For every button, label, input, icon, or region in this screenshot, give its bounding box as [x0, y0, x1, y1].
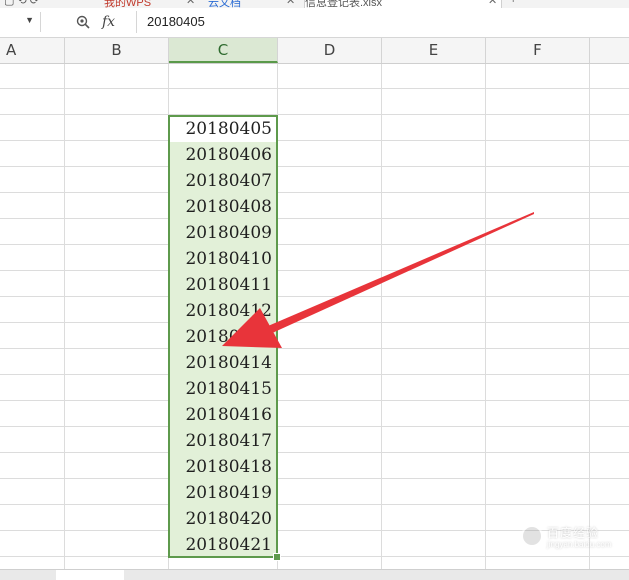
row-line — [0, 452, 629, 453]
cell-c15[interactable]: 20180416 — [169, 402, 277, 428]
row-line — [0, 374, 629, 375]
sheet-tab[interactable] — [56, 570, 124, 580]
tab-bar: ▢ ⟲ ⟳ 我的WPS ✕ 云文档 ✕ 信息登记表.xlsx ✕ + — [0, 0, 629, 8]
dropdown-arrow-icon[interactable]: ▼ — [25, 15, 34, 25]
watermark-url: jingyan.baidu.com — [547, 540, 612, 549]
cell-c12[interactable]: 20180413 — [169, 324, 277, 350]
cell-c7[interactable]: 20180408 — [169, 194, 277, 220]
cell-c6[interactable]: 20180407 — [169, 168, 277, 194]
cell-c20[interactable]: 20180421 — [169, 532, 277, 558]
cell-c18[interactable]: 20180419 — [169, 480, 277, 506]
tab-label: 云文档 — [208, 0, 241, 8]
row-line — [0, 114, 629, 115]
cell-c14[interactable]: 20180415 — [169, 376, 277, 402]
name-box[interactable]: ▼ — [0, 12, 41, 32]
row-line — [0, 244, 629, 245]
cell-c11[interactable]: 20180412 — [169, 298, 277, 324]
column-header-e[interactable]: E — [382, 38, 486, 63]
cell-c16[interactable]: 20180417 — [169, 428, 277, 454]
tab-icons[interactable]: ▢ ⟲ ⟳ — [4, 0, 39, 8]
spreadsheet-grid[interactable]: 20180405 20180406 20180407 20180408 20180409… — [0, 64, 629, 569]
cell-c10[interactable]: 20180411 — [169, 272, 277, 298]
column-header-d[interactable]: D — [278, 38, 382, 63]
row-line — [0, 140, 629, 141]
tab-label: 我的WPS — [104, 0, 152, 8]
close-icon[interactable]: ✕ — [488, 0, 497, 7]
watermark: 百度经验 jingyan.baidu.com — [521, 522, 621, 556]
new-tab-icon[interactable]: + — [510, 0, 516, 6]
fill-handle[interactable] — [273, 553, 281, 561]
row-line — [0, 504, 629, 505]
cell-c9[interactable]: 20180410 — [169, 246, 277, 272]
close-icon[interactable]: ✕ — [186, 0, 195, 7]
cell-c4[interactable]: 20180405 — [169, 116, 277, 142]
column-header-g[interactable] — [590, 38, 629, 63]
cell-c17[interactable]: 20180418 — [169, 454, 277, 480]
zoom-icon[interactable] — [76, 15, 90, 29]
sheet-tab-bar — [0, 569, 629, 580]
column-header-b[interactable]: B — [65, 38, 169, 63]
row-line — [0, 426, 629, 427]
watermark-logo-icon — [521, 525, 543, 547]
row-line — [0, 296, 629, 297]
column-header-f[interactable]: F — [486, 38, 590, 63]
row-line — [0, 192, 629, 193]
tab-active-file[interactable]: 信息登记表.xlsx — [304, 0, 502, 8]
close-icon[interactable]: ✕ — [286, 0, 295, 7]
row-line — [0, 88, 629, 89]
tab-cloud-docs[interactable]: 云文档 — [208, 0, 241, 8]
column-header-a[interactable]: A — [0, 38, 65, 63]
watermark-text: 百度经验 — [547, 526, 600, 540]
tab-my-wps[interactable]: 我的WPS — [104, 0, 151, 8]
formula-bar: ▼ fx 20180405 — [0, 8, 629, 38]
row-line — [0, 478, 629, 479]
cell-c19[interactable]: 20180420 — [169, 506, 277, 532]
formula-input[interactable]: 20180405 — [136, 11, 626, 33]
row-line — [0, 348, 629, 349]
column-header-c[interactable]: C — [169, 38, 278, 63]
cell-c5[interactable]: 20180406 — [169, 142, 277, 168]
cell-c8[interactable]: 20180409 — [169, 220, 277, 246]
cell-c13[interactable]: 20180414 — [169, 350, 277, 376]
row-line — [0, 400, 629, 401]
row-line — [0, 218, 629, 219]
tab-label: 信息登记表.xlsx — [305, 0, 382, 8]
row-line — [0, 270, 629, 271]
column-header-row: A B C D E F — [0, 38, 629, 64]
row-line — [0, 322, 629, 323]
row-line — [0, 166, 629, 167]
fx-icon[interactable]: fx — [102, 14, 115, 30]
row-line — [0, 556, 629, 557]
